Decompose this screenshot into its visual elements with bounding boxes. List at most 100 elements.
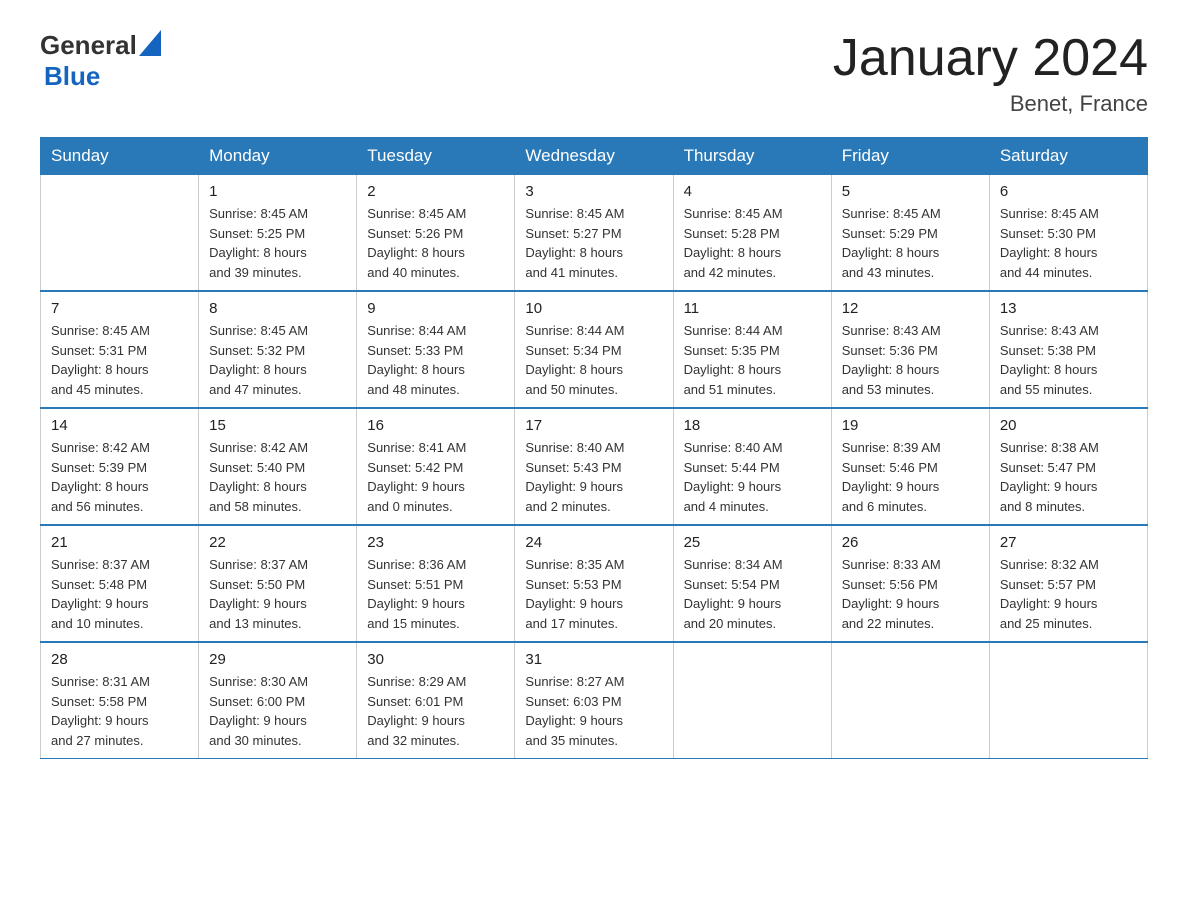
calendar-cell: 6 Sunrise: 8:45 AMSunset: 5:30 PMDaylight… xyxy=(989,175,1147,292)
calendar-week-row: 7Sunrise: 8:45 AMSunset: 5:31 PMDaylight… xyxy=(41,291,1148,408)
day-info: Sunrise: 8:39 AMSunset: 5:46 PMDaylight:… xyxy=(842,438,979,516)
calendar-header-thursday: Thursday xyxy=(673,138,831,175)
calendar-cell: 15Sunrise: 8:42 AMSunset: 5:40 PMDayligh… xyxy=(199,408,357,525)
calendar-cell: 4Sunrise: 8:45 AMSunset: 5:28 PMDaylight… xyxy=(673,175,831,292)
calendar-cell: 5 Sunrise: 8:45 AMSunset: 5:29 PMDaylight… xyxy=(831,175,989,292)
day-info: Sunrise: 8:42 AMSunset: 5:40 PMDaylight:… xyxy=(209,438,346,516)
day-number: 6 xyxy=(1000,183,1137,200)
day-number: 14 xyxy=(51,417,188,434)
calendar-cell: 7Sunrise: 8:45 AMSunset: 5:31 PMDaylight… xyxy=(41,291,199,408)
day-info: Sunrise: 8:41 AMSunset: 5:42 PMDaylight:… xyxy=(367,438,504,516)
calendar-header-monday: Monday xyxy=(199,138,357,175)
day-number: 27 xyxy=(1000,534,1137,551)
day-info: Sunrise: 8:45 AMSunset: 5:25 PMDaylight:… xyxy=(209,204,346,282)
logo-text-general: General xyxy=(40,30,137,61)
calendar-cell: 22Sunrise: 8:37 AMSunset: 5:50 PMDayligh… xyxy=(199,525,357,642)
page-header: General Blue January 2024 Benet, France xyxy=(40,30,1148,117)
day-info: Sunrise: 8:44 AMSunset: 5:34 PMDaylight:… xyxy=(525,321,662,399)
day-number: 9 xyxy=(367,300,504,317)
day-info: Sunrise: 8:44 AMSunset: 5:33 PMDaylight:… xyxy=(367,321,504,399)
day-number: 13 xyxy=(1000,300,1137,317)
logo: General Blue xyxy=(40,30,161,92)
calendar-cell: 12Sunrise: 8:43 AMSunset: 5:36 PMDayligh… xyxy=(831,291,989,408)
day-number: 29 xyxy=(209,651,346,668)
calendar-cell: 27 Sunrise: 8:32 AMSunset: 5:57 PMDayligh… xyxy=(989,525,1147,642)
calendar-cell: 28 Sunrise: 8:31 AMSunset: 5:58 PMDayligh… xyxy=(41,642,199,759)
calendar-cell: 23Sunrise: 8:36 AMSunset: 5:51 PMDayligh… xyxy=(357,525,515,642)
calendar-cell: 1 Sunrise: 8:45 AMSunset: 5:25 PMDaylight… xyxy=(199,175,357,292)
calendar-header-tuesday: Tuesday xyxy=(357,138,515,175)
day-info: Sunrise: 8:45 AMSunset: 5:29 PMDaylight:… xyxy=(842,204,979,282)
day-number: 23 xyxy=(367,534,504,551)
day-number: 7 xyxy=(51,300,188,317)
day-number: 21 xyxy=(51,534,188,551)
day-number: 26 xyxy=(842,534,979,551)
day-info: Sunrise: 8:45 AMSunset: 5:32 PMDaylight:… xyxy=(209,321,346,399)
day-info: Sunrise: 8:34 AMSunset: 5:54 PMDaylight:… xyxy=(684,555,821,633)
day-info: Sunrise: 8:31 AMSunset: 5:58 PMDaylight:… xyxy=(51,672,188,750)
calendar-cell xyxy=(989,642,1147,759)
calendar-cell: 21 Sunrise: 8:37 AMSunset: 5:48 PMDayligh… xyxy=(41,525,199,642)
day-info: Sunrise: 8:33 AMSunset: 5:56 PMDaylight:… xyxy=(842,555,979,633)
day-info: Sunrise: 8:38 AMSunset: 5:47 PMDaylight:… xyxy=(1000,438,1137,516)
calendar-cell: 29 Sunrise: 8:30 AMSunset: 6:00 PMDayligh… xyxy=(199,642,357,759)
calendar-cell: 13 Sunrise: 8:43 AMSunset: 5:38 PMDayligh… xyxy=(989,291,1147,408)
day-info: Sunrise: 8:45 AMSunset: 5:26 PMDaylight:… xyxy=(367,204,504,282)
calendar-cell xyxy=(831,642,989,759)
day-number: 22 xyxy=(209,534,346,551)
location: Benet, France xyxy=(833,91,1148,117)
day-info: Sunrise: 8:45 AMSunset: 5:27 PMDaylight:… xyxy=(525,204,662,282)
calendar-table: SundayMondayTuesdayWednesdayThursdayFrid… xyxy=(40,137,1148,759)
day-number: 16 xyxy=(367,417,504,434)
day-number: 25 xyxy=(684,534,821,551)
day-number: 1 xyxy=(209,183,346,200)
calendar-cell: 14 Sunrise: 8:42 AMSunset: 5:39 PMDayligh… xyxy=(41,408,199,525)
day-info: Sunrise: 8:43 AMSunset: 5:36 PMDaylight:… xyxy=(842,321,979,399)
calendar-cell xyxy=(41,175,199,292)
calendar-week-row: 1 Sunrise: 8:45 AMSunset: 5:25 PMDaylight… xyxy=(41,175,1148,292)
day-info: Sunrise: 8:45 AMSunset: 5:30 PMDaylight:… xyxy=(1000,204,1137,282)
day-number: 20 xyxy=(1000,417,1137,434)
calendar-cell: 20 Sunrise: 8:38 AMSunset: 5:47 PMDayligh… xyxy=(989,408,1147,525)
day-info: Sunrise: 8:32 AMSunset: 5:57 PMDaylight:… xyxy=(1000,555,1137,633)
day-info: Sunrise: 8:37 AMSunset: 5:48 PMDaylight:… xyxy=(51,555,188,633)
day-number: 10 xyxy=(525,300,662,317)
calendar-week-row: 14 Sunrise: 8:42 AMSunset: 5:39 PMDayligh… xyxy=(41,408,1148,525)
calendar-cell: 31Sunrise: 8:27 AMSunset: 6:03 PMDayligh… xyxy=(515,642,673,759)
calendar-header-row: SundayMondayTuesdayWednesdayThursdayFrid… xyxy=(41,138,1148,175)
calendar-cell: 18 Sunrise: 8:40 AMSunset: 5:44 PMDayligh… xyxy=(673,408,831,525)
day-info: Sunrise: 8:44 AMSunset: 5:35 PMDaylight:… xyxy=(684,321,821,399)
day-info: Sunrise: 8:40 AMSunset: 5:44 PMDaylight:… xyxy=(684,438,821,516)
day-number: 5 xyxy=(842,183,979,200)
calendar-cell: 19Sunrise: 8:39 AMSunset: 5:46 PMDayligh… xyxy=(831,408,989,525)
day-info: Sunrise: 8:40 AMSunset: 5:43 PMDaylight:… xyxy=(525,438,662,516)
calendar-cell: 10 Sunrise: 8:44 AMSunset: 5:34 PMDayligh… xyxy=(515,291,673,408)
calendar-cell: 9 Sunrise: 8:44 AMSunset: 5:33 PMDaylight… xyxy=(357,291,515,408)
calendar-cell: 2 Sunrise: 8:45 AMSunset: 5:26 PMDaylight… xyxy=(357,175,515,292)
day-number: 17 xyxy=(525,417,662,434)
calendar-week-row: 28 Sunrise: 8:31 AMSunset: 5:58 PMDayligh… xyxy=(41,642,1148,759)
calendar-week-row: 21 Sunrise: 8:37 AMSunset: 5:48 PMDayligh… xyxy=(41,525,1148,642)
day-number: 8 xyxy=(209,300,346,317)
day-info: Sunrise: 8:43 AMSunset: 5:38 PMDaylight:… xyxy=(1000,321,1137,399)
calendar-cell: 25 Sunrise: 8:34 AMSunset: 5:54 PMDayligh… xyxy=(673,525,831,642)
title-block: January 2024 Benet, France xyxy=(833,30,1148,117)
calendar-cell: 24Sunrise: 8:35 AMSunset: 5:53 PMDayligh… xyxy=(515,525,673,642)
day-number: 18 xyxy=(684,417,821,434)
calendar-cell: 30 Sunrise: 8:29 AMSunset: 6:01 PMDayligh… xyxy=(357,642,515,759)
day-number: 31 xyxy=(525,651,662,668)
day-number: 2 xyxy=(367,183,504,200)
calendar-header-wednesday: Wednesday xyxy=(515,138,673,175)
day-number: 28 xyxy=(51,651,188,668)
day-info: Sunrise: 8:42 AMSunset: 5:39 PMDaylight:… xyxy=(51,438,188,516)
calendar-cell: 17 Sunrise: 8:40 AMSunset: 5:43 PMDayligh… xyxy=(515,408,673,525)
day-info: Sunrise: 8:29 AMSunset: 6:01 PMDaylight:… xyxy=(367,672,504,750)
logo-triangle-icon xyxy=(139,30,161,56)
day-number: 30 xyxy=(367,651,504,668)
calendar-cell: 16 Sunrise: 8:41 AMSunset: 5:42 PMDayligh… xyxy=(357,408,515,525)
day-info: Sunrise: 8:30 AMSunset: 6:00 PMDaylight:… xyxy=(209,672,346,750)
calendar-cell: 8 Sunrise: 8:45 AMSunset: 5:32 PMDaylight… xyxy=(199,291,357,408)
day-number: 11 xyxy=(684,300,821,317)
calendar-header-saturday: Saturday xyxy=(989,138,1147,175)
calendar-cell: 11 Sunrise: 8:44 AMSunset: 5:35 PMDayligh… xyxy=(673,291,831,408)
